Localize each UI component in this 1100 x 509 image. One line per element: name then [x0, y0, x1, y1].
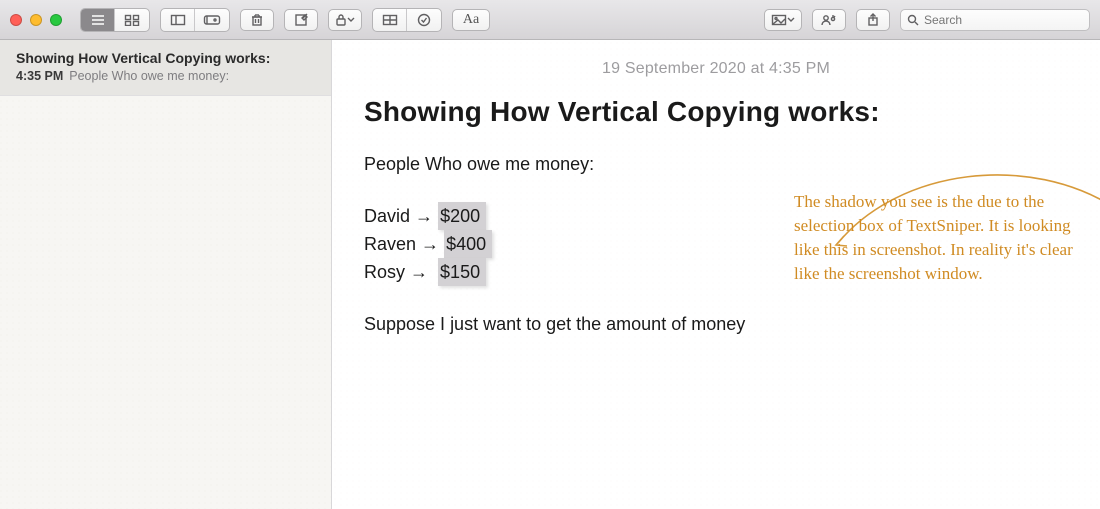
gallery-view-button[interactable]	[115, 9, 149, 31]
media-button[interactable]	[764, 9, 802, 31]
search-icon	[907, 14, 919, 26]
new-note-button[interactable]	[284, 9, 318, 31]
toolbar: Aa	[0, 0, 1100, 40]
annotation-text: The shadow you see is the due to the sel…	[794, 190, 1074, 286]
arrow-icon: →	[410, 262, 428, 282]
note-item-subtitle: 4:35 PM People Who owe me money:	[16, 69, 315, 83]
row-name: Rosy	[364, 262, 405, 282]
arrow-icon: →	[421, 234, 439, 254]
close-window-button[interactable]	[10, 14, 22, 26]
note-item-time: 4:35 PM	[16, 69, 63, 83]
view-mode-segment	[80, 8, 150, 32]
row-name: David	[364, 206, 410, 226]
collaborate-button[interactable]	[812, 9, 846, 31]
list-view-button[interactable]	[81, 9, 115, 31]
selection-highlight: $150	[438, 258, 486, 286]
chevron-down-icon	[347, 16, 355, 24]
note-editor[interactable]: 19 September 2020 at 4:35 PM Showing How…	[332, 40, 1100, 509]
share-button[interactable]	[856, 9, 890, 31]
search-field[interactable]	[900, 9, 1090, 31]
arrow-icon: →	[415, 206, 433, 226]
delete-button[interactable]	[240, 9, 274, 31]
lock-button[interactable]	[328, 9, 362, 31]
note-footer-line: Suppose I just want to get the amount of…	[364, 310, 1068, 338]
row-amount: $400	[446, 234, 486, 254]
attachments-segment	[160, 8, 230, 32]
selection-highlight: $400	[444, 230, 492, 258]
row-amount: $200	[440, 206, 480, 226]
note-title: Showing How Vertical Copying works:	[364, 96, 1068, 128]
minimize-window-button[interactable]	[30, 14, 42, 26]
notes-sidebar: Showing How Vertical Copying works: 4:35…	[0, 40, 332, 509]
format-button[interactable]: Aa	[452, 9, 490, 31]
row-name: Raven	[364, 234, 416, 254]
note-subtitle: People Who owe me money:	[364, 150, 1068, 178]
table-button[interactable]	[373, 9, 407, 31]
search-input[interactable]	[924, 13, 1083, 27]
selection-highlight: $200	[438, 202, 486, 230]
attachments-view-button[interactable]	[195, 9, 229, 31]
note-list-item[interactable]: Showing How Vertical Copying works: 4:35…	[0, 40, 331, 96]
zoom-window-button[interactable]	[50, 14, 62, 26]
note-date: 19 September 2020 at 4:35 PM	[364, 60, 1068, 78]
note-item-preview: People Who owe me money:	[69, 69, 229, 83]
row-amount: $150	[440, 262, 480, 282]
insert-segment	[372, 8, 442, 32]
chevron-down-icon	[787, 16, 795, 24]
window-controls	[10, 14, 62, 26]
checklist-button[interactable]	[407, 9, 441, 31]
note-item-title: Showing How Vertical Copying works:	[16, 50, 315, 66]
folders-toggle-button[interactable]	[161, 9, 195, 31]
